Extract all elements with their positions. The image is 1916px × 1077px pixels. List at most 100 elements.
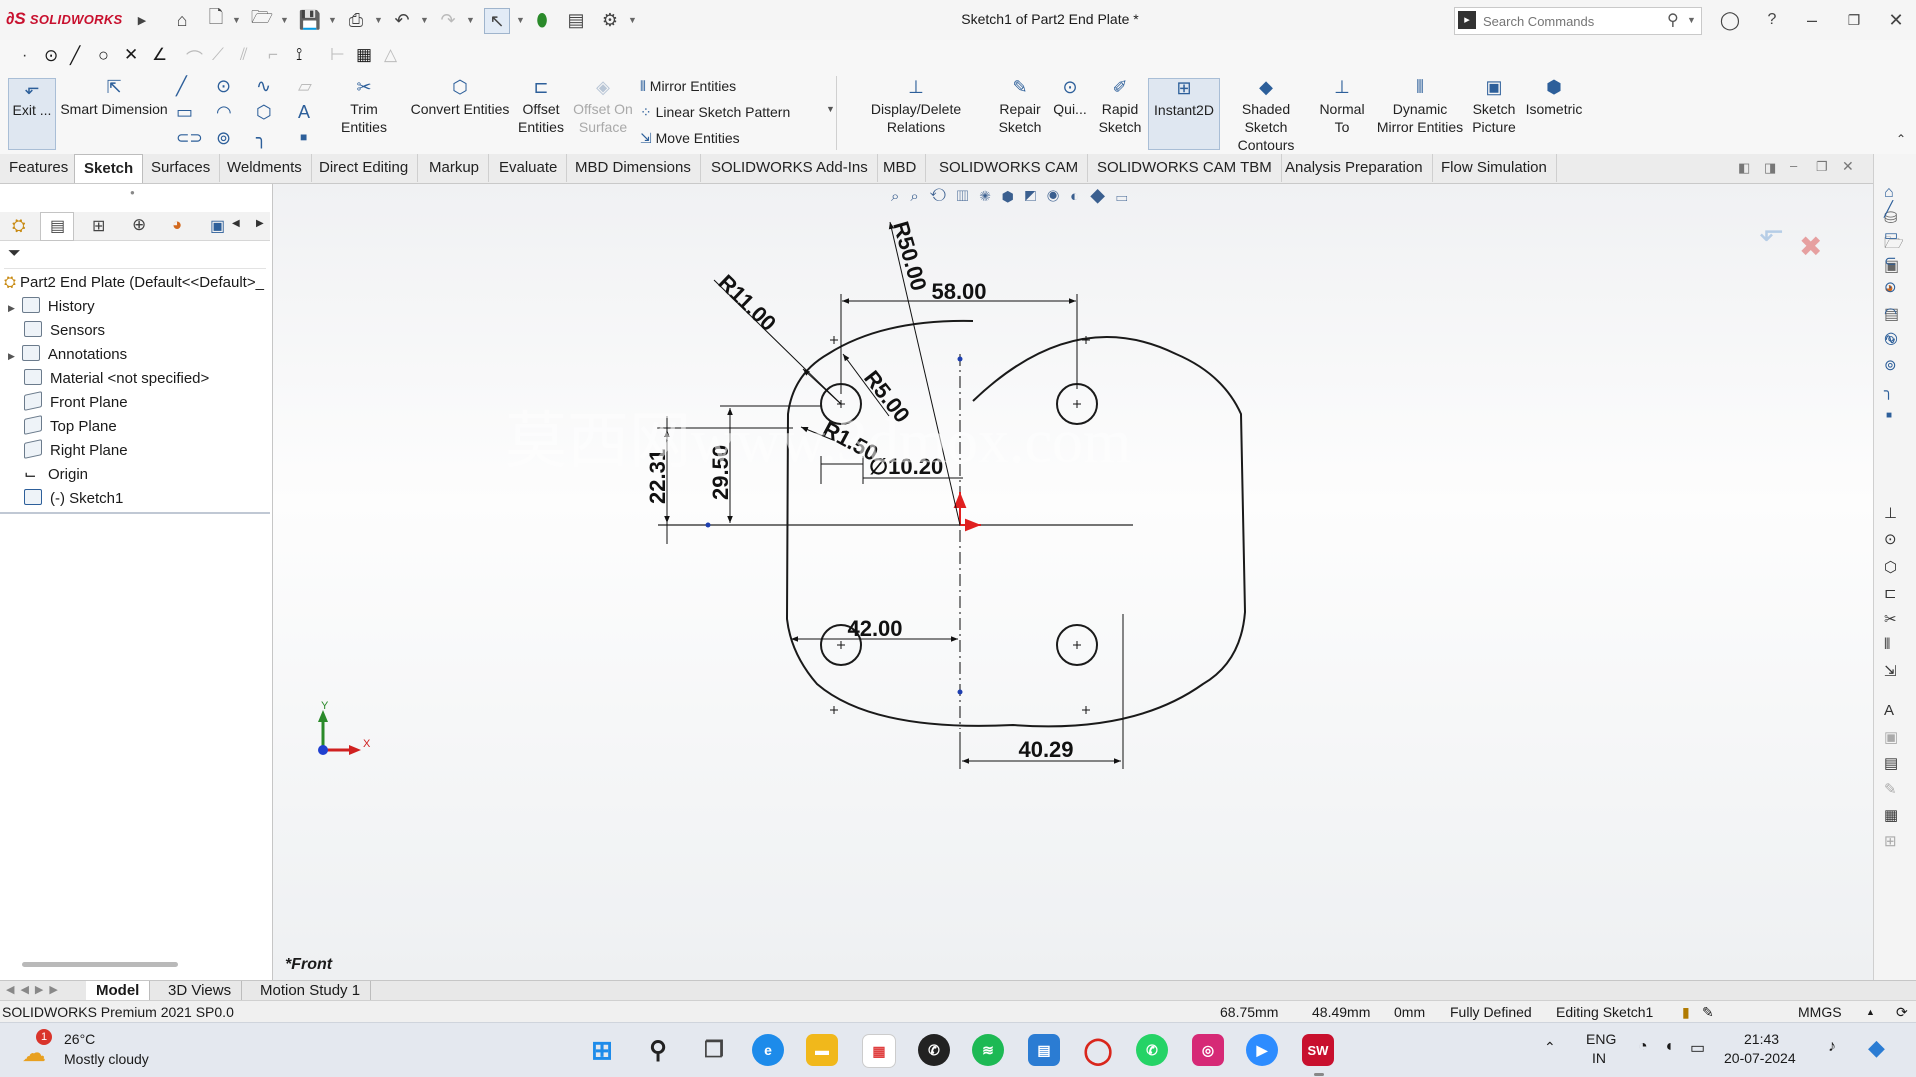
tab-solidworks-addins[interactable]: SOLIDWORKS Add-Ins (702, 154, 878, 182)
save-caret-icon[interactable]: ▼ (328, 15, 337, 25)
offset-line-icon[interactable]: ⫽ (240, 45, 248, 65)
line-tool-icon[interactable]: ╱ (176, 76, 187, 97)
options-caret-icon[interactable]: ▼ (628, 15, 637, 25)
help-icon[interactable]: ? (1760, 8, 1784, 32)
polygon-tool-icon[interactable]: ⬡ (256, 102, 272, 123)
sketch-canvas[interactable]: 58.00 R50.00 R11.00 R5.00 R1.50 ∅10.20 2… (273, 184, 1873, 980)
instagram-app[interactable]: ◎ (1192, 1034, 1224, 1066)
notepad-app[interactable]: ▤ (1028, 1034, 1060, 1066)
offset-entities-button[interactable]: ⊏ Offset Entities (514, 78, 568, 136)
smart-dimension-button[interactable]: ⇱ Smart Dimension (60, 78, 168, 118)
normal-to-button[interactable]: ⊥ Normal To (1316, 78, 1368, 136)
tile-right-icon[interactable]: ◨ (1764, 160, 1776, 176)
circle-center-icon[interactable]: ⊙ (44, 46, 58, 66)
feature-tree-tab-icon[interactable]: ⛭ (12, 216, 26, 236)
whatsapp-business-app[interactable]: ✆ (918, 1034, 950, 1066)
rt-ellipse-icon[interactable]: ⊚ (1884, 356, 1897, 374)
minimize-icon[interactable]: – (1800, 8, 1824, 32)
quick-snaps-button[interactable]: ⊙ Qui... (1050, 78, 1090, 118)
file-properties-icon[interactable]: ▤ (564, 8, 588, 32)
undo-caret-icon[interactable]: ▼ (420, 15, 429, 25)
rt-table-icon[interactable]: ▤ (1884, 754, 1898, 772)
dynamic-mirror-button[interactable]: ⫴ Dynamic Mirror Entities (1374, 78, 1466, 136)
line-icon[interactable]: ╱ (70, 46, 80, 66)
rt-line-icon[interactable]: ╱ (1884, 200, 1893, 218)
angle-icon[interactable]: ∠ (152, 45, 167, 65)
search-taskbar-button[interactable]: ⚲ (642, 1034, 674, 1066)
tree-item-top-plane[interactable]: Top Plane (24, 415, 117, 438)
solidworks-app[interactable]: SW (1302, 1034, 1334, 1066)
clock-time[interactable]: 21:43 (1744, 1031, 1779, 1047)
configuration-tab-icon[interactable]: ⊞ (92, 216, 105, 236)
doc-minimize-icon[interactable]: – (1790, 158, 1797, 173)
quick-tips-icon[interactable]: ⟳ (1896, 1001, 1908, 1023)
mirror-entities-button[interactable]: ⫴ Mirror Entities (640, 78, 736, 95)
rt-text-icon[interactable]: A (1884, 702, 1894, 719)
tree-item-front-plane[interactable]: Front Plane (24, 391, 128, 414)
start-button[interactable]: ⊞ (586, 1034, 618, 1066)
shaded-sketch-contours-button[interactable]: ◆ Shaded Sketch Contours (1220, 78, 1312, 154)
dim-58[interactable]: 58.00 (931, 279, 986, 304)
print-caret-icon[interactable]: ▼ (374, 15, 383, 25)
clock-date[interactable]: 20-07-2024 (1724, 1050, 1796, 1066)
pattern-caret-icon[interactable]: ▼ (826, 104, 835, 114)
tree-item-sketch1[interactable]: (-) Sketch1 (24, 488, 123, 510)
tab-direct-editing[interactable]: Direct Editing (310, 154, 419, 182)
new-document-icon[interactable]: 🗋 (204, 7, 228, 32)
print-icon[interactable]: ⎙ (344, 8, 368, 32)
graphics-area[interactable]: ⌕⌕⟲▥✺⬢◩◉◐◆▭ ⬐ ✖ 58.00 R50.00 R11.00 R5.0… (273, 184, 1873, 980)
tab-scroll-left-icon[interactable]: ◀ (232, 218, 240, 229)
tab-flow-simulation[interactable]: Flow Simulation (1432, 154, 1557, 182)
rt-fillet-icon[interactable]: ╮ (1884, 382, 1893, 400)
tab-3d-views[interactable]: 3D Views (158, 981, 243, 1001)
rt-arc-icon[interactable]: ◠ (1884, 304, 1897, 322)
circle-icon[interactable]: ○ (98, 45, 109, 66)
fillet-icon[interactable]: ⌒ (186, 45, 203, 70)
collapse-ribbon-icon[interactable]: ⌃ (1896, 132, 1906, 146)
text-tool-icon[interactable]: A (298, 102, 310, 123)
tile-left-icon[interactable]: ◧ (1738, 160, 1750, 176)
point-icon[interactable]: · (22, 47, 27, 65)
tab-scroll-right-icon[interactable]: ▶ (256, 218, 264, 229)
tab-evaluate[interactable]: Evaluate (490, 154, 568, 182)
trim-cross-icon[interactable]: ✕ (124, 45, 138, 65)
dim-4029[interactable]: 40.29 (1018, 737, 1073, 762)
tree-filter[interactable]: ⏷ (4, 242, 266, 269)
exit-sketch-button[interactable]: ⬐ Exit ... (8, 78, 56, 150)
rt-move-icon[interactable]: ⇲ (1884, 662, 1897, 680)
arc-tool-icon[interactable]: ◠ (216, 102, 232, 123)
search-icon[interactable]: ⚲ (1667, 10, 1679, 30)
tray-overflow-icon[interactable]: ⌃ (1544, 1039, 1556, 1056)
trim-entities-button[interactable]: ✂ Trim Entities (326, 78, 402, 136)
tab-sketch[interactable]: Sketch (74, 154, 144, 183)
rt-grid-icon[interactable]: ⊞ (1884, 832, 1897, 850)
linear-sketch-pattern-button[interactable]: ⁘ Linear Sketch Pattern (640, 104, 790, 121)
rectangle-tool-icon[interactable]: ▭ (176, 102, 193, 123)
open-caret-icon[interactable]: ▼ (280, 15, 289, 25)
horizontal-scrollbar[interactable] (22, 962, 178, 967)
lang-line2[interactable]: IN (1592, 1050, 1606, 1066)
open-folder-icon[interactable]: 🗁 (250, 7, 274, 32)
redo-caret-icon[interactable]: ▼ (466, 15, 475, 25)
rt-relations-icon[interactable]: ⊥ (1884, 504, 1897, 522)
tab-markup[interactable]: Markup (420, 154, 490, 182)
circle-tool-icon[interactable]: ⊙ (216, 76, 231, 97)
save-icon[interactable]: 💾 (298, 8, 322, 32)
tab-solidworks-cam-tbm[interactable]: SOLIDWORKS CAM TBM (1088, 154, 1282, 182)
slot-tool-icon[interactable]: ⊂⊃ (176, 128, 203, 148)
user-account-icon[interactable]: ◯ (1718, 8, 1742, 32)
rt-slot-icon[interactable]: ⊂ (1884, 252, 1897, 270)
restore-icon[interactable]: ❐ (1842, 8, 1866, 32)
zoom-app[interactable]: ▶ (1246, 1034, 1278, 1066)
tree-root[interactable]: ⛭ Part2 End Plate (Default<<Default>_ (4, 272, 264, 294)
store-app[interactable]: ▦ (862, 1034, 896, 1068)
rebuild-icon[interactable]: ⬮ (530, 8, 554, 32)
tab-features[interactable]: Features (0, 154, 79, 182)
opera-app[interactable]: ◯ (1082, 1034, 1114, 1066)
rt-mirror-icon[interactable]: ⫴ (1884, 636, 1890, 653)
spline-tool-icon[interactable]: ∿ (256, 76, 271, 97)
tree-item-history[interactable]: ▶ History (8, 296, 95, 318)
redo-icon[interactable]: ↷ (436, 8, 460, 32)
tree-item-sensors[interactable]: Sensors (24, 320, 105, 342)
tab-analysis-preparation[interactable]: Analysis Preparation (1276, 154, 1433, 182)
